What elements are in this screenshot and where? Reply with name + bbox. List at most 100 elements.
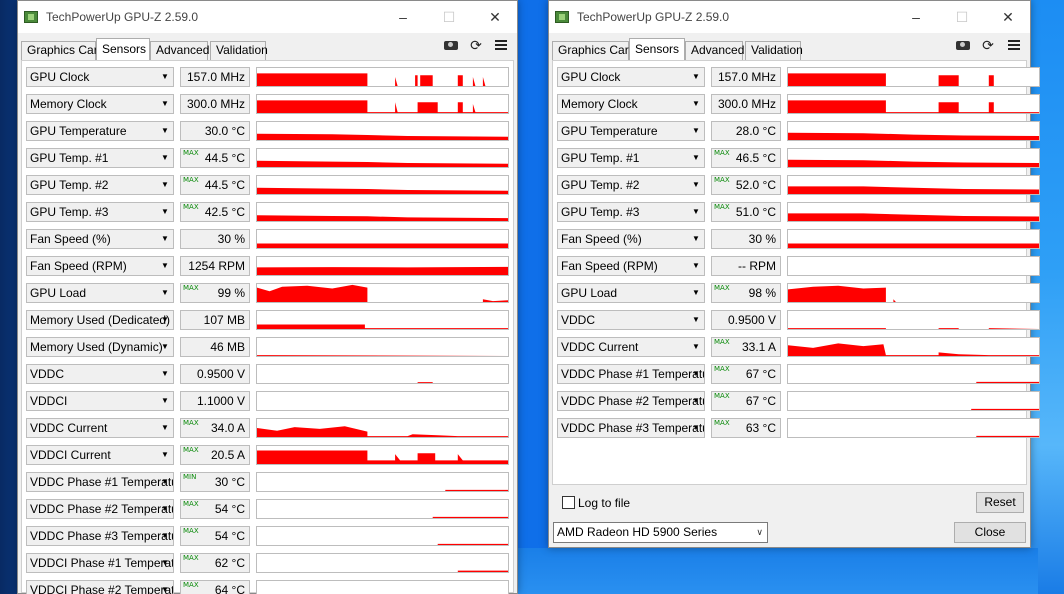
sensor-value: 300.0 MHz [180,94,250,114]
dropdown-arrow-icon[interactable]: ▼ [687,256,705,276]
dropdown-arrow-icon[interactable]: ▼ [687,310,705,330]
close-window-button[interactable]: ✕ [472,1,518,33]
dropdown-arrow-icon[interactable]: ▼ [156,202,174,222]
camera-icon[interactable] [954,37,972,53]
sensor-name-select[interactable]: VDDCI Current [26,445,174,465]
dropdown-arrow-icon[interactable]: ▼ [687,94,705,114]
close-window-button[interactable]: ✕ [985,1,1031,33]
dropdown-arrow-icon[interactable]: ▼ [156,175,174,195]
sensor-value-text: 62 °C [214,556,245,570]
close-button[interactable]: Close [954,522,1026,543]
menu-icon[interactable] [1005,37,1023,53]
dropdown-arrow-icon[interactable]: ▼ [156,67,174,87]
log-to-file-checkbox[interactable] [562,496,575,509]
camera-icon[interactable] [442,37,460,53]
sensor-value: 98 % MAX [711,283,781,303]
tab-graphics-card[interactable]: Graphics Card [21,41,104,60]
sensor-name-select[interactable]: GPU Load [557,283,705,303]
dropdown-arrow-icon[interactable]: ▼ [687,175,705,195]
menu-icon[interactable] [492,37,510,53]
title-bar[interactable]: TechPowerUp GPU-Z 2.59.0 – ☐ ✕ [18,1,517,33]
tab-validation[interactable]: Validation [210,41,268,60]
tab-validation[interactable]: Validation [745,41,803,60]
sensor-name-select[interactable]: Fan Speed (RPM) [557,256,705,276]
dropdown-arrow-icon[interactable]: ▼ [687,229,705,249]
sensor-name-select[interactable]: GPU Clock [557,67,705,87]
sensor-name-select[interactable]: VDDCI Phase #1 Temperat... [26,553,174,573]
sensor-name-select[interactable]: VDDC Phase #3 Temperature [557,418,705,438]
title-bar[interactable]: TechPowerUp GPU-Z 2.59.0 – ☐ ✕ [549,1,1030,33]
sensor-name-select[interactable]: GPU Temp. #2 [26,175,174,195]
dropdown-arrow-icon[interactable]: ▼ [687,418,705,438]
dropdown-arrow-icon[interactable]: ▼ [687,148,705,168]
sensor-name-select[interactable]: GPU Temperature [26,121,174,141]
dropdown-arrow-icon[interactable]: ▼ [156,391,174,411]
dropdown-arrow-icon[interactable]: ▼ [156,229,174,249]
sensor-name-select[interactable]: Fan Speed (RPM) [26,256,174,276]
dropdown-arrow-icon[interactable]: ▼ [156,499,174,519]
sensor-name-select[interactable]: GPU Temp. #3 [557,202,705,222]
sensor-name-select[interactable]: GPU Temp. #1 [26,148,174,168]
dropdown-arrow-icon[interactable]: ▼ [156,337,174,357]
dropdown-arrow-icon[interactable]: ▼ [687,67,705,87]
dropdown-arrow-icon[interactable]: ▼ [156,553,174,573]
dropdown-arrow-icon[interactable]: ▼ [156,445,174,465]
refresh-icon[interactable]: ⟳ [467,37,485,53]
tab-advanced[interactable]: Advanced [685,41,744,60]
sensor-name-select[interactable]: VDDCI [26,391,174,411]
sensor-name-select[interactable]: Fan Speed (%) [26,229,174,249]
minimize-button[interactable]: – [380,1,426,33]
dropdown-arrow-icon[interactable]: ▼ [156,283,174,303]
device-select-value: AMD Radeon HD 5900 Series [557,525,718,539]
sensor-name-select[interactable]: VDDC [557,310,705,330]
sensor-graph [787,337,1040,357]
sensor-name-select[interactable]: Fan Speed (%) [557,229,705,249]
sensor-name-select[interactable]: VDDC Phase #1 Temperature [557,364,705,384]
sensor-name-select[interactable]: VDDC Current [26,418,174,438]
sensor-name-select[interactable]: VDDCI Phase #2 Temperat... [26,580,174,594]
device-select[interactable]: AMD Radeon HD 5900 Series ∨ [553,522,768,543]
reset-button[interactable]: Reset [976,492,1024,513]
sensor-name-select[interactable]: VDDC Phase #3 Temperature [26,526,174,546]
sensor-name-select[interactable]: VDDC Phase #2 Temperature [26,499,174,519]
sensor-name-select[interactable]: GPU Temp. #3 [26,202,174,222]
tab-sensors[interactable]: Sensors [96,38,150,60]
refresh-icon[interactable]: ⟳ [979,37,997,53]
dropdown-arrow-icon[interactable]: ▼ [687,364,705,384]
sensor-name-select[interactable]: VDDC [26,364,174,384]
tab-sensors[interactable]: Sensors [629,38,685,60]
sensor-name-select[interactable]: GPU Temperature [557,121,705,141]
dropdown-arrow-icon[interactable]: ▼ [156,121,174,141]
sensor-name-select[interactable]: Memory Used (Dynamic) [26,337,174,357]
sensor-value: 54 °C MAX [180,499,250,519]
dropdown-arrow-icon[interactable]: ▼ [156,472,174,492]
dropdown-arrow-icon[interactable]: ▼ [156,256,174,276]
dropdown-arrow-icon[interactable]: ▼ [687,121,705,141]
dropdown-arrow-icon[interactable]: ▼ [156,310,174,330]
sensor-name-select[interactable]: VDDC Current [557,337,705,357]
tab-graphics-card[interactable]: Graphics Card [552,41,635,60]
dropdown-arrow-icon[interactable]: ▼ [687,283,705,303]
dropdown-arrow-icon[interactable]: ▼ [156,526,174,546]
dropdown-arrow-icon[interactable]: ▼ [156,94,174,114]
dropdown-arrow-icon[interactable]: ▼ [687,202,705,222]
tab-advanced[interactable]: Advanced [150,41,209,60]
sensor-name-select[interactable]: Memory Clock [557,94,705,114]
dropdown-arrow-icon[interactable]: ▼ [687,391,705,411]
dropdown-arrow-icon[interactable]: ▼ [687,337,705,357]
sensor-name-select[interactable]: VDDC Phase #2 Temperature [557,391,705,411]
minimize-button[interactable]: – [893,1,939,33]
dropdown-arrow-icon[interactable]: ▼ [156,364,174,384]
sensor-name-select[interactable]: GPU Temp. #1 [557,148,705,168]
sensor-value: 67 °C MAX [711,364,781,384]
dropdown-arrow-icon[interactable]: ▼ [156,418,174,438]
dropdown-arrow-icon[interactable]: ▼ [156,580,174,594]
dropdown-arrow-icon[interactable]: ▼ [156,148,174,168]
sensor-value-text: 300.0 MHz [186,97,245,111]
sensor-name-select[interactable]: GPU Temp. #2 [557,175,705,195]
sensor-name-select[interactable]: Memory Clock [26,94,174,114]
sensor-name-select[interactable]: VDDC Phase #1 Temperature [26,472,174,492]
sensor-name-select[interactable]: Memory Used (Dedicated) [26,310,174,330]
sensor-name-select[interactable]: GPU Clock [26,67,174,87]
sensor-name-select[interactable]: GPU Load [26,283,174,303]
